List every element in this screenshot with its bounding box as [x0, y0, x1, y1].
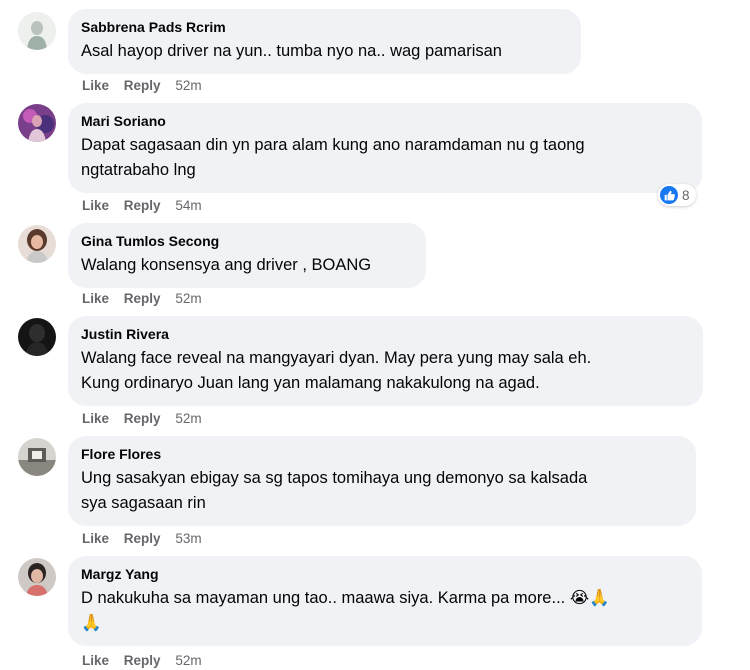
reply-button[interactable]: Reply: [124, 78, 161, 93]
comment-author[interactable]: Mari Soriano: [81, 112, 689, 130]
comment-author[interactable]: Margz Yang: [81, 565, 689, 583]
like-button[interactable]: Like: [82, 531, 109, 546]
comment-bubble: Mari Soriano Dapat sagasaan din yn para …: [68, 103, 702, 193]
thumbs-up-icon: [664, 190, 675, 200]
reaction-count: 8: [682, 187, 690, 203]
reply-button[interactable]: Reply: [124, 653, 161, 668]
reply-button[interactable]: Reply: [124, 291, 161, 306]
comment-text: Dapat sagasaan din yn para alam kung ano…: [81, 136, 585, 179]
comment-text: D nakukuha sa mayaman ung tao.. maawa si…: [81, 589, 610, 632]
comment-timestamp[interactable]: 52m: [175, 78, 201, 93]
comment-bubble: Sabbrena Pads Rcrim Asal hayop driver na…: [68, 9, 581, 74]
like-button[interactable]: Like: [82, 411, 109, 426]
comment-bubble: Gina Tumlos Secong Walang konsensya ang …: [68, 223, 426, 288]
comment-timestamp[interactable]: 53m: [175, 531, 201, 546]
comment-text: Walang konsensya ang driver , BOANG: [81, 256, 372, 274]
avatar-image: [18, 225, 56, 263]
comment-bubble: Justin Rivera Walang face reveal na mang…: [68, 316, 703, 406]
like-icon: [660, 186, 678, 204]
comment-bubble: Flore Flores Ung sasakyan ebigay sa sg t…: [68, 436, 696, 526]
like-button[interactable]: Like: [82, 78, 109, 93]
comment-author[interactable]: Sabbrena Pads Rcrim: [81, 18, 568, 36]
comment-text: Walang face reveal na mangyayari dyan. M…: [81, 349, 592, 392]
avatar[interactable]: [18, 558, 56, 596]
avatar[interactable]: [18, 104, 56, 142]
comment-author[interactable]: Flore Flores: [81, 445, 683, 463]
avatar-image: [18, 104, 56, 142]
avatar[interactable]: [18, 225, 56, 263]
comment-author[interactable]: Justin Rivera: [81, 325, 690, 343]
comment-text: Asal hayop driver na yun.. tumba nyo na.…: [81, 42, 502, 60]
avatar[interactable]: [18, 12, 56, 50]
comment-bubble: Margz Yang D nakukuha sa mayaman ung tao…: [68, 556, 702, 646]
avatar-image: [18, 318, 56, 356]
reply-button[interactable]: Reply: [124, 198, 161, 213]
avatar-image: [18, 558, 56, 596]
avatar[interactable]: [18, 438, 56, 476]
comment-actions: Like Reply 53m: [82, 530, 202, 548]
comment-author[interactable]: Gina Tumlos Secong: [81, 232, 413, 250]
like-button[interactable]: Like: [82, 653, 109, 668]
comment-timestamp[interactable]: 52m: [175, 291, 201, 306]
reply-button[interactable]: Reply: [124, 531, 161, 546]
comment-text: Ung sasakyan ebigay sa sg tapos tomihaya…: [81, 469, 588, 512]
comment-timestamp[interactable]: 52m: [175, 653, 201, 668]
like-button[interactable]: Like: [82, 198, 109, 213]
like-button[interactable]: Like: [82, 291, 109, 306]
comment-actions: Like Reply 52m: [82, 77, 202, 95]
comment-actions: Like Reply 52m: [82, 652, 202, 670]
comment-timestamp[interactable]: 52m: [175, 411, 201, 426]
comment-actions: Like Reply 52m: [82, 290, 202, 308]
reaction-summary[interactable]: 8: [658, 184, 696, 206]
avatar-image: [18, 12, 56, 50]
reply-button[interactable]: Reply: [124, 411, 161, 426]
comment-actions: Like Reply 52m: [82, 410, 202, 428]
avatar[interactable]: [18, 318, 56, 356]
comment-actions: Like Reply 54m: [82, 197, 202, 215]
avatar-image: [18, 438, 56, 476]
comment-timestamp[interactable]: 54m: [175, 198, 201, 213]
